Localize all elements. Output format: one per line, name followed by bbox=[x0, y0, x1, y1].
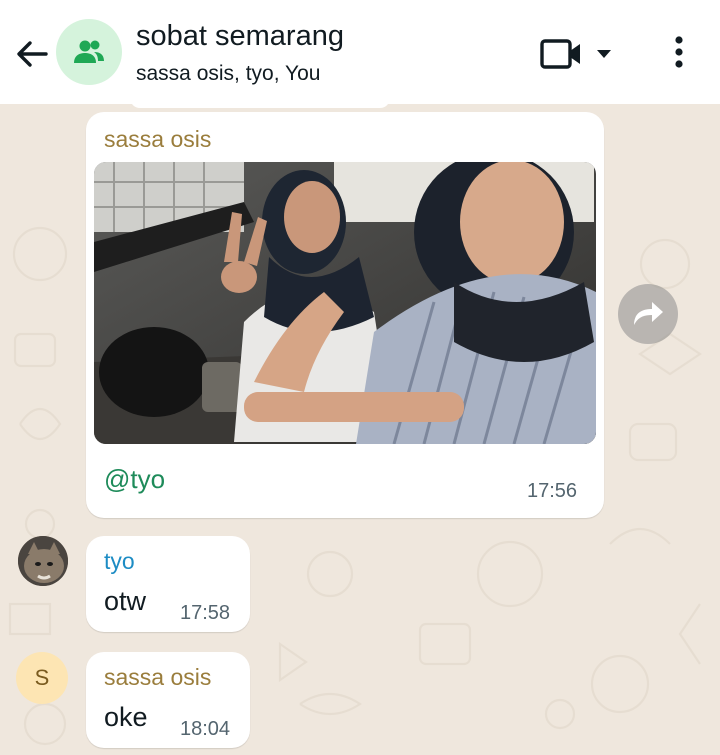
group-avatar[interactable] bbox=[56, 19, 122, 85]
more-options-button[interactable] bbox=[660, 32, 698, 76]
message-time: 18:04 bbox=[180, 718, 231, 740]
sender-avatar-sassa[interactable]: S bbox=[16, 652, 68, 704]
sender-avatar-tyo[interactable] bbox=[18, 536, 68, 586]
message-text: oke bbox=[104, 702, 148, 732]
message-time: 17:56 bbox=[527, 480, 578, 502]
selfie-photo bbox=[94, 162, 596, 444]
chat-title[interactable]: sobat semarang bbox=[136, 20, 344, 53]
cat-avatar-image bbox=[18, 536, 68, 586]
forward-icon bbox=[634, 302, 663, 325]
text-message[interactable]: tyo otw 17:58 bbox=[86, 536, 250, 632]
video-call-button[interactable] bbox=[538, 34, 622, 74]
chat-area[interactable]: sassa osis @tyo 17:56 tyo otw 17:58 S sa… bbox=[0, 104, 720, 755]
group-icon bbox=[74, 40, 104, 63]
message-sender: sassa osis bbox=[104, 664, 212, 690]
chat-participants[interactable]: sassa osis, tyo, You bbox=[136, 62, 320, 86]
dropdown-caret-icon bbox=[597, 50, 611, 58]
image-message[interactable]: sassa osis @tyo 17:56 bbox=[86, 112, 604, 518]
shared-photo[interactable] bbox=[94, 162, 596, 444]
message-sender: sassa osis bbox=[104, 126, 212, 152]
more-vert-icon bbox=[675, 36, 683, 68]
video-call-icon bbox=[540, 39, 611, 69]
back-button[interactable] bbox=[12, 34, 52, 74]
previous-message-edge bbox=[130, 104, 390, 108]
message-time: 17:58 bbox=[180, 602, 231, 624]
text-message[interactable]: sassa osis oke 18:04 bbox=[86, 652, 250, 748]
message-text: otw bbox=[104, 586, 147, 616]
message-sender: tyo bbox=[104, 548, 135, 574]
back-arrow-icon bbox=[17, 41, 48, 67]
chat-header: sobat semarang sassa osis, tyo, You bbox=[0, 0, 720, 104]
forward-button[interactable] bbox=[618, 284, 678, 344]
image-caption[interactable]: @tyo bbox=[104, 464, 165, 495]
